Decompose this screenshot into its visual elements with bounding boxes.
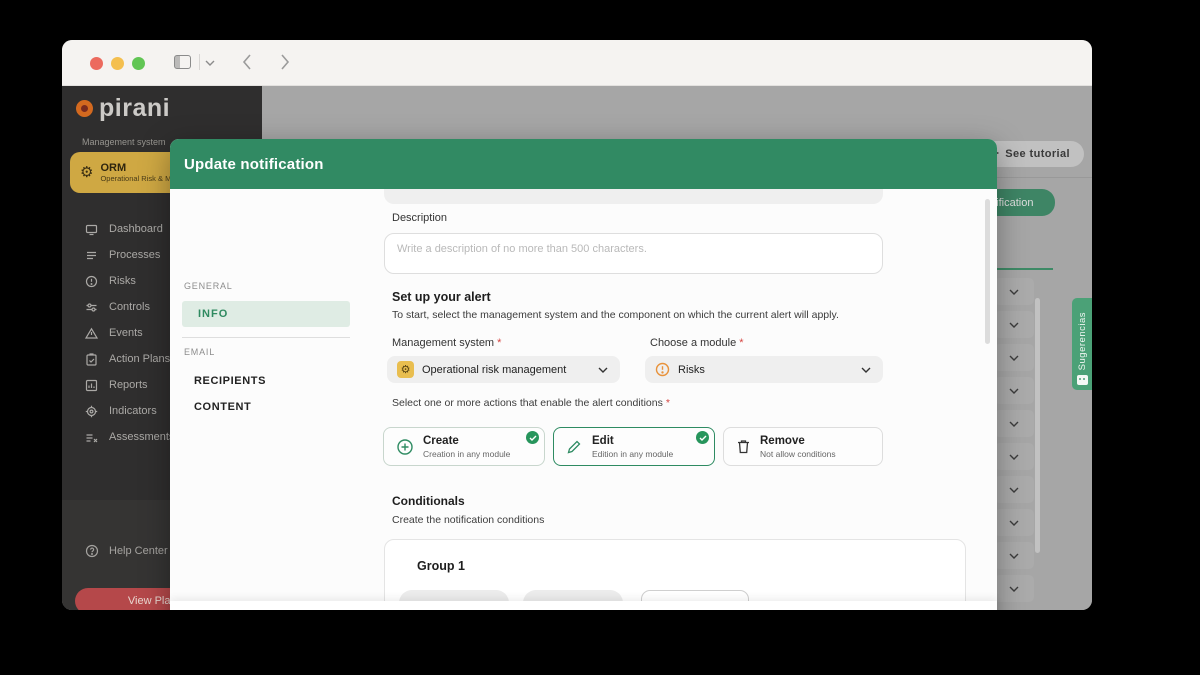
modal-header: Update notification [170, 139, 997, 189]
row-expand-chevron-icon[interactable] [1009, 586, 1019, 592]
selected-check-icon [526, 431, 539, 444]
gear-icon: ⚙ [397, 361, 414, 378]
table-row[interactable] [994, 278, 1034, 305]
row-expand-chevron-icon[interactable] [1009, 520, 1019, 526]
module-label: Choose a module* [650, 337, 744, 349]
assessment-list-icon [85, 431, 98, 444]
setup-title: Set up your alert [392, 290, 491, 304]
action-card-edit[interactable]: EditEdition in any module [553, 427, 715, 466]
conditionals-subtitle: Create the notification conditions [392, 514, 544, 526]
nav-tab-recipients[interactable]: RECIPIENTS [194, 375, 266, 387]
nav-section-general: GENERAL [184, 281, 233, 291]
conditionals-title: Conditionals [392, 494, 465, 508]
trash-icon [736, 438, 751, 455]
row-expand-chevron-icon[interactable] [1009, 421, 1019, 427]
pirani-logo-icon [76, 100, 93, 117]
table-row[interactable] [994, 476, 1034, 503]
processes-icon [85, 249, 98, 262]
edit-pencil-icon [566, 438, 583, 455]
page-header-divider [992, 177, 1092, 178]
group-title: Group 1 [417, 559, 465, 573]
chevron-down-icon [861, 367, 871, 373]
action-card-create[interactable]: CreateCreation in any module [383, 427, 545, 466]
bar-chart-icon [85, 379, 98, 392]
risk-alert-icon [655, 362, 670, 377]
table-scrollbar[interactable] [1035, 298, 1040, 553]
modal-nav: GENERAL INFO EMAIL RECIPIENTS CONTENT NO… [170, 189, 365, 610]
warning-triangle-icon [85, 327, 98, 340]
table-row[interactable] [994, 443, 1034, 470]
pirani-logo: pirani [76, 94, 170, 123]
description-textarea[interactable] [384, 233, 883, 274]
app-area: pirani Management system ⚙ ORM Operation… [62, 86, 1092, 610]
modal-title: Update notification [184, 156, 324, 173]
minimize-window-button[interactable] [111, 57, 124, 70]
clipboard-check-icon [85, 353, 98, 366]
row-expand-chevron-icon[interactable] [1009, 322, 1019, 328]
actions-label: Select one or more actions that enable t… [392, 397, 670, 409]
row-expand-chevron-icon[interactable] [1009, 355, 1019, 361]
suggestions-tab[interactable]: Sugerencias [1072, 298, 1092, 390]
sidebar-toggle-icon[interactable] [174, 55, 191, 69]
management-system-label: Management system* [392, 337, 501, 349]
gear-icon: ⚙ [80, 165, 93, 180]
conditions-group-card: Group 1 [384, 539, 966, 610]
help-center-button[interactable]: Help Center [85, 544, 168, 558]
management-system-label: Management system [82, 137, 166, 147]
nav-tab-info[interactable]: INFO [182, 301, 350, 327]
table-row[interactable] [994, 377, 1034, 404]
dashboard-icon [85, 223, 98, 236]
modal-footer: Cancel Save changes [170, 601, 997, 610]
row-expand-chevron-icon[interactable] [1009, 388, 1019, 394]
table-active-column-underline [997, 268, 1053, 270]
setup-subtitle: To start, select the management system a… [392, 309, 839, 321]
browser-toolbar [62, 40, 1092, 86]
help-icon [85, 544, 99, 558]
management-system-select[interactable]: ⚙ Operational risk management [387, 356, 620, 383]
zoom-window-button[interactable] [132, 57, 145, 70]
table-row[interactable] [994, 509, 1034, 536]
background-table-rows [994, 278, 1064, 610]
row-expand-chevron-icon[interactable] [1009, 289, 1019, 295]
module-select[interactable]: Risks [645, 356, 883, 383]
browser-window: pirani Management system ⚙ ORM Operation… [62, 40, 1092, 610]
row-expand-chevron-icon[interactable] [1009, 487, 1019, 493]
row-expand-chevron-icon[interactable] [1009, 454, 1019, 460]
row-expand-chevron-icon[interactable] [1009, 553, 1019, 559]
chevron-down-icon [598, 367, 608, 373]
back-icon[interactable] [242, 54, 252, 70]
create-plus-icon [396, 438, 414, 456]
table-row[interactable] [994, 542, 1034, 569]
name-input-partial[interactable] [384, 189, 883, 204]
modal-content: Description Set up your alert To start, … [365, 189, 997, 610]
sliders-icon [85, 301, 98, 314]
chevron-down-icon[interactable] [205, 60, 215, 67]
action-card-remove[interactable]: RemoveNot allow conditions [723, 427, 883, 466]
target-icon [85, 405, 98, 418]
forward-icon[interactable] [280, 54, 290, 70]
nav-section-email: EMAIL [184, 347, 215, 357]
toolbar-divider [199, 54, 200, 70]
modal-scrollbar[interactable] [985, 199, 990, 344]
selected-check-icon [696, 431, 709, 444]
close-window-button[interactable] [90, 57, 103, 70]
pirani-logo-text: pirani [99, 94, 170, 123]
table-row[interactable] [994, 344, 1034, 371]
chat-bot-icon [1077, 375, 1088, 385]
nav-divider [182, 337, 350, 338]
table-row[interactable] [994, 575, 1034, 602]
table-row[interactable] [994, 410, 1034, 437]
risk-icon [85, 275, 98, 288]
nav-tab-content[interactable]: CONTENT [194, 401, 251, 413]
description-label: Description [392, 212, 447, 224]
update-notification-modal: Update notification GENERAL INFO EMAIL R… [170, 139, 997, 610]
table-row[interactable] [994, 311, 1034, 338]
